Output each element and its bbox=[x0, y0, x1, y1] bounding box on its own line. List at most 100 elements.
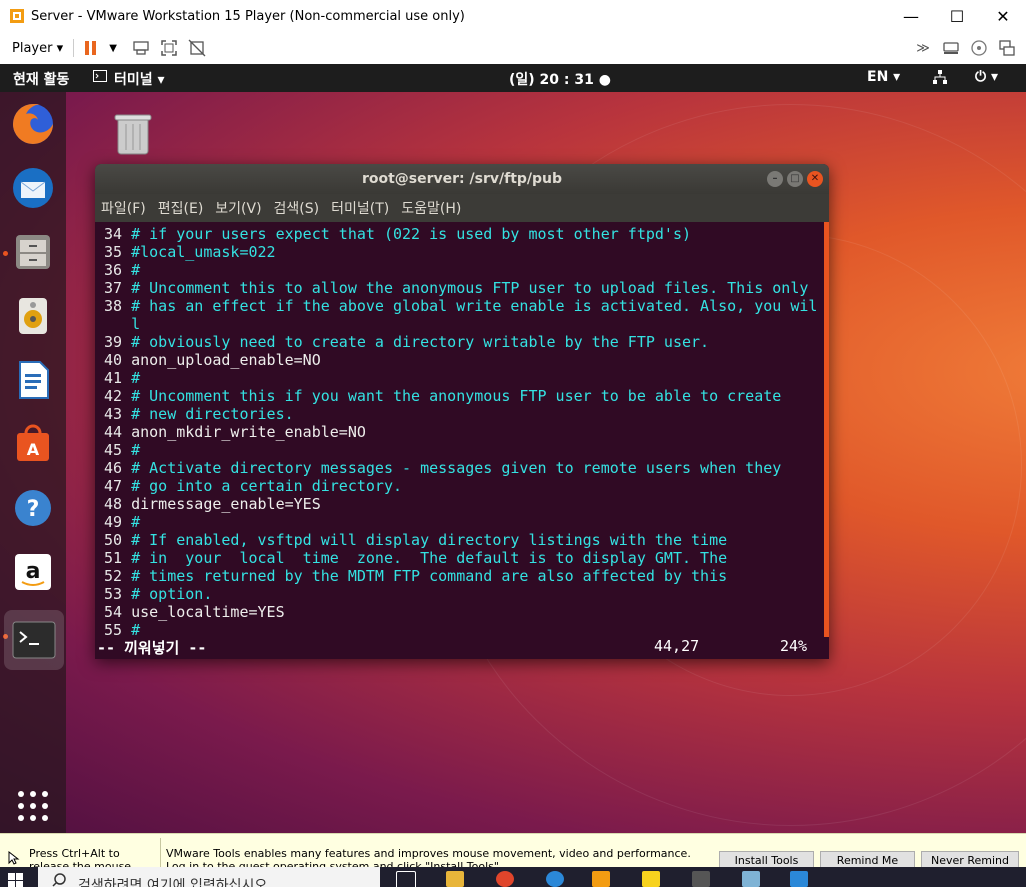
vmware-titlebar: Server - VMware Workstation 15 Player (N… bbox=[0, 0, 1026, 32]
line-text: anon_upload_enable=NO bbox=[131, 351, 321, 369]
vim-statusline: -- 끼워넣기 -- 44,27 24% bbox=[95, 637, 829, 659]
line-number: 54 bbox=[104, 603, 123, 621]
fullscreen-icon[interactable] bbox=[158, 37, 180, 59]
line-number: 34 bbox=[104, 225, 123, 243]
line-number: 43 bbox=[104, 405, 123, 423]
send-ctrl-alt-del-icon[interactable] bbox=[130, 37, 152, 59]
network-adapter-icon[interactable] bbox=[996, 37, 1018, 59]
terminal-line: 39 # obviously need to create a director… bbox=[104, 333, 829, 351]
terminal-line: 35 #local_umask=022 bbox=[104, 243, 829, 261]
line-number: 47 bbox=[104, 477, 123, 495]
menu-search[interactable]: 검색(S) bbox=[274, 198, 320, 218]
rhythmbox-icon[interactable] bbox=[9, 292, 57, 340]
terminal-line: 36 # bbox=[104, 261, 829, 279]
menu-help[interactable]: 도움말(H) bbox=[401, 198, 461, 218]
scroll-percent: 24% bbox=[780, 637, 808, 655]
terminal-menubar: 파일(F) 편집(E) 보기(V) 검색(S) 터미널(T) 도움말(H) bbox=[95, 194, 829, 222]
menu-edit[interactable]: 편집(E) bbox=[158, 198, 204, 218]
terminal-line: 48 dirmessage_enable=YES bbox=[104, 495, 829, 513]
line-text: # Uncomment this if you want the anonymo… bbox=[131, 387, 782, 405]
guest-desktop[interactable]: 현재 활동 터미널 ▾ (일) 20 : 31 ● EN ▾ ⏻ ▾ A ? a… bbox=[0, 64, 1026, 833]
never-remind-me-button[interactable]: Never Remind Me bbox=[921, 851, 1019, 868]
terminal-line: 41 # bbox=[104, 369, 829, 387]
minimize-button[interactable]: — bbox=[888, 0, 934, 32]
line-text: anon_mkdir_write_enable=NO bbox=[131, 423, 366, 441]
terminal-line: 50 # If enabled, vsftpd will display dir… bbox=[104, 531, 829, 549]
terminal-icon[interactable] bbox=[4, 610, 64, 670]
notepad-icon[interactable] bbox=[742, 871, 760, 887]
install-tools-button[interactable]: Install Tools bbox=[719, 851, 814, 868]
terminal-output[interactable]: 34 # if your users expect that (022 is u… bbox=[95, 222, 829, 659]
line-text: # option. bbox=[131, 585, 213, 603]
trash-icon[interactable] bbox=[112, 110, 154, 158]
menu-view[interactable]: 보기(V) bbox=[215, 198, 261, 218]
vim-mode: -- 끼워넣기 -- bbox=[97, 639, 207, 657]
edge-icon[interactable] bbox=[546, 871, 564, 887]
firefox-icon[interactable] bbox=[9, 100, 57, 148]
help-icon[interactable]: ? bbox=[9, 484, 57, 532]
removable-device-icon[interactable] bbox=[940, 37, 962, 59]
pause-icon[interactable] bbox=[80, 37, 102, 59]
line-number: 37 bbox=[104, 279, 123, 297]
clock[interactable]: (일) 20 : 31 ● bbox=[509, 69, 611, 89]
line-text: # bbox=[131, 369, 141, 387]
terminal-line: 43 # new directories. bbox=[104, 405, 829, 423]
libreoffice-writer-icon[interactable] bbox=[9, 356, 57, 404]
thunderbird-icon[interactable] bbox=[9, 164, 57, 212]
terminal-line: 44 anon_mkdir_write_enable=NO bbox=[104, 423, 829, 441]
forward-icon[interactable]: ≫ bbox=[912, 37, 934, 59]
app-menu[interactable]: 터미널 ▾ bbox=[114, 69, 165, 89]
cd-drive-icon[interactable] bbox=[968, 37, 990, 59]
menu-file[interactable]: 파일(F) bbox=[101, 198, 146, 218]
photos-icon[interactable] bbox=[790, 871, 808, 887]
ubuntu-topbar: 현재 활동 터미널 ▾ (일) 20 : 31 ● EN ▾ ⏻ ▾ bbox=[0, 64, 1026, 92]
running-indicator bbox=[3, 251, 8, 256]
line-text: # go into a certain directory. bbox=[131, 477, 403, 495]
line-text: use_localtime=YES bbox=[131, 603, 285, 621]
task-view-icon[interactable] bbox=[396, 871, 416, 887]
remind-me-later-button[interactable]: Remind Me Later bbox=[820, 851, 915, 868]
search-placeholder: 검색하려면 여기에 입력하십시오. bbox=[78, 878, 272, 887]
terminal-titlebar[interactable]: root@server: /srv/ftp/pub – □ ✕ bbox=[95, 164, 829, 194]
amazon-icon[interactable]: a bbox=[9, 548, 57, 596]
language-indicator[interactable]: EN ▾ bbox=[867, 69, 900, 85]
network-icon[interactable] bbox=[932, 69, 948, 89]
vmware-taskbar-icon[interactable] bbox=[592, 871, 610, 887]
close-button[interactable]: ✕ bbox=[980, 0, 1026, 32]
activities-button[interactable]: 현재 활동 bbox=[13, 69, 69, 89]
windows-start-icon[interactable] bbox=[8, 873, 24, 887]
terminal-maximize-button[interactable]: □ bbox=[787, 171, 803, 187]
taskbar-search[interactable]: 검색하려면 여기에 입력하십시오. bbox=[38, 867, 380, 887]
terminal-line: 45 # bbox=[104, 441, 829, 459]
unity-mode-icon[interactable] bbox=[186, 37, 208, 59]
pause-dropdown-icon[interactable]: ▼ bbox=[102, 37, 124, 59]
window-title: Server - VMware Workstation 15 Player (N… bbox=[31, 8, 465, 24]
terminal-minimize-button[interactable]: – bbox=[767, 171, 783, 187]
line-number: 40 bbox=[104, 351, 123, 369]
terminal-taskbar-icon[interactable] bbox=[692, 871, 710, 887]
files-icon[interactable] bbox=[9, 228, 57, 276]
sticky-notes-icon[interactable] bbox=[642, 871, 660, 887]
svg-text:A: A bbox=[27, 440, 40, 459]
vmware-app-icon bbox=[10, 9, 24, 23]
line-number: 53 bbox=[104, 585, 123, 603]
line-text: # in your local time zone. The default i… bbox=[131, 549, 728, 567]
terminal-scrollbar[interactable] bbox=[824, 222, 829, 637]
vmware-toolbar: Player ▾ ▼ ≫ bbox=[0, 32, 1026, 65]
terminal-close-button[interactable]: ✕ bbox=[807, 171, 823, 187]
file-explorer-icon[interactable] bbox=[446, 871, 464, 887]
terminal-line: 34 # if your users expect that (022 is u… bbox=[104, 225, 829, 243]
line-number: 35 bbox=[104, 243, 123, 261]
ubuntu-software-icon[interactable]: A bbox=[9, 420, 57, 468]
line-number: 44 bbox=[104, 423, 123, 441]
menu-terminal[interactable]: 터미널(T) bbox=[331, 198, 389, 218]
player-menu[interactable]: Player ▾ bbox=[12, 41, 63, 56]
terminal-line: l bbox=[104, 315, 829, 333]
show-applications-icon[interactable] bbox=[9, 782, 57, 830]
terminal-window[interactable]: root@server: /srv/ftp/pub – □ ✕ 파일(F) 편집… bbox=[95, 164, 829, 659]
line-number: 48 bbox=[104, 495, 123, 513]
line-text: # Uncomment this to allow the anonymous … bbox=[131, 279, 809, 297]
maximize-button[interactable]: ☐ bbox=[934, 0, 980, 32]
chrome-icon[interactable] bbox=[496, 871, 514, 887]
power-menu[interactable]: ⏻ ▾ bbox=[975, 69, 998, 85]
